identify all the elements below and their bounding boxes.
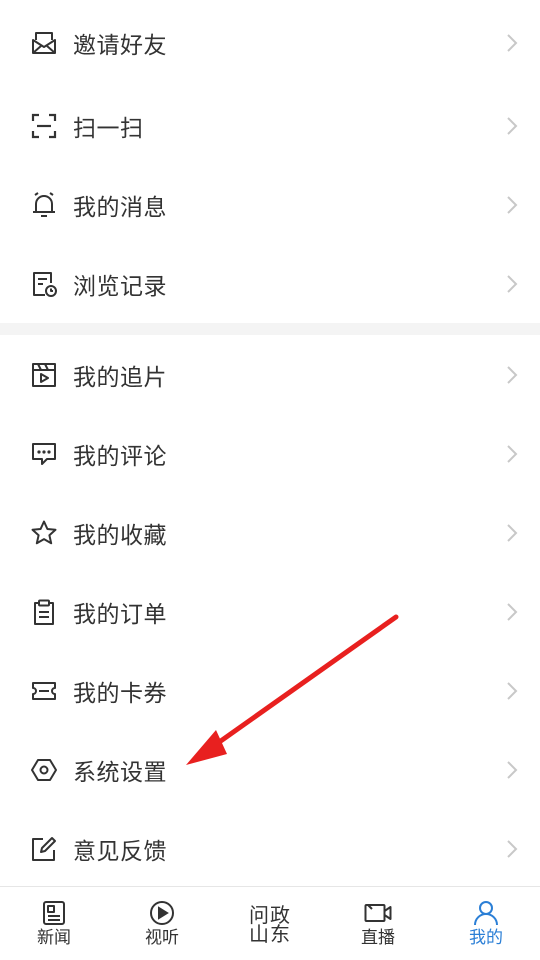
menu-item-my-coupons[interactable]: 我的卡券 <box>0 651 540 730</box>
menu-group-content: 我的追片 我的评论 我的收藏 我的订单 我的卡券 系统设置 意见反馈 <box>0 335 540 888</box>
clipboard-icon <box>34 599 54 625</box>
menu-item-label: 我的卡券 <box>73 680 167 707</box>
star-icon <box>31 520 57 544</box>
menu-item-label: 意见反馈 <box>73 838 167 865</box>
tab-label: 我的 <box>469 928 503 948</box>
chevron-right-icon <box>507 760 518 779</box>
chevron-right-icon <box>507 681 518 700</box>
bell-icon <box>33 191 55 217</box>
menu-item-label: 我的收藏 <box>73 522 167 549</box>
chevron-right-icon <box>507 839 518 858</box>
chevron-right-icon <box>507 523 518 542</box>
menu-item-label: 我的追片 <box>73 364 167 391</box>
menu-item-my-comments[interactable]: 我的评论 <box>0 414 540 493</box>
menu-item-scan[interactable]: 扫一扫 <box>0 86 540 165</box>
menu-item-label: 浏览记录 <box>73 273 167 300</box>
wenzheng-logo-icon: 问政 山东 <box>244 903 296 947</box>
menu-item-invite-friends[interactable]: 邀请好友 <box>0 0 540 86</box>
menu-item-label: 邀请好友 <box>73 33 167 59</box>
menu-item-browse-history[interactable]: 浏览记录 <box>0 244 540 323</box>
tab-live[interactable]: 直播 <box>324 887 432 960</box>
menu-item-feedback[interactable]: 意见反馈 <box>0 809 540 888</box>
video-follow-icon <box>32 362 56 387</box>
play-icon <box>150 901 174 925</box>
ticket-icon <box>32 681 56 700</box>
menu-item-my-orders[interactable]: 我的订单 <box>0 572 540 651</box>
menu-item-label: 我的评论 <box>73 443 167 470</box>
tab-video[interactable]: 视听 <box>108 887 216 960</box>
menu-item-label: 我的消息 <box>73 194 167 221</box>
envelope-icon <box>32 32 56 54</box>
menu-item-my-messages[interactable]: 我的消息 <box>0 165 540 244</box>
menu-item-label: 系统设置 <box>73 759 167 786</box>
bottom-tab-bar: 新闻 视听 问政 山东 直播 我的 <box>0 886 540 960</box>
menu-item-my-follow-shows[interactable]: 我的追片 <box>0 335 540 414</box>
tab-label: 新闻 <box>37 928 71 948</box>
menu-item-label: 我的订单 <box>73 601 167 628</box>
menu-item-label: 扫一扫 <box>73 115 144 142</box>
logo-line-2: 山东 <box>249 922 291 946</box>
section-divider <box>0 323 540 335</box>
menu-group-account: 邀请好友 扫一扫 我的消息 浏览记录 <box>0 0 540 323</box>
chevron-right-icon <box>507 444 518 463</box>
news-icon <box>43 901 65 925</box>
tab-label: 视听 <box>145 928 179 948</box>
history-icon <box>33 271 57 297</box>
tab-mine[interactable]: 我的 <box>432 887 540 960</box>
comment-icon <box>32 442 56 465</box>
menu-item-my-favorites[interactable]: 我的收藏 <box>0 493 540 572</box>
chevron-right-icon <box>507 195 518 214</box>
scan-icon <box>31 113 57 138</box>
chevron-right-icon <box>507 602 518 621</box>
camera-icon <box>364 904 392 922</box>
edit-icon <box>32 836 56 861</box>
chevron-right-icon <box>507 365 518 384</box>
tab-wenzheng-shandong[interactable]: 问政 山东 <box>216 887 324 960</box>
chevron-right-icon <box>507 274 518 293</box>
settings-hexagon-icon <box>31 758 57 781</box>
chevron-right-icon <box>507 34 518 52</box>
tab-label: 直播 <box>361 928 395 948</box>
chevron-right-icon <box>507 116 518 135</box>
menu-item-system-settings[interactable]: 系统设置 <box>0 730 540 809</box>
user-icon <box>474 901 498 926</box>
tab-news[interactable]: 新闻 <box>0 887 108 960</box>
